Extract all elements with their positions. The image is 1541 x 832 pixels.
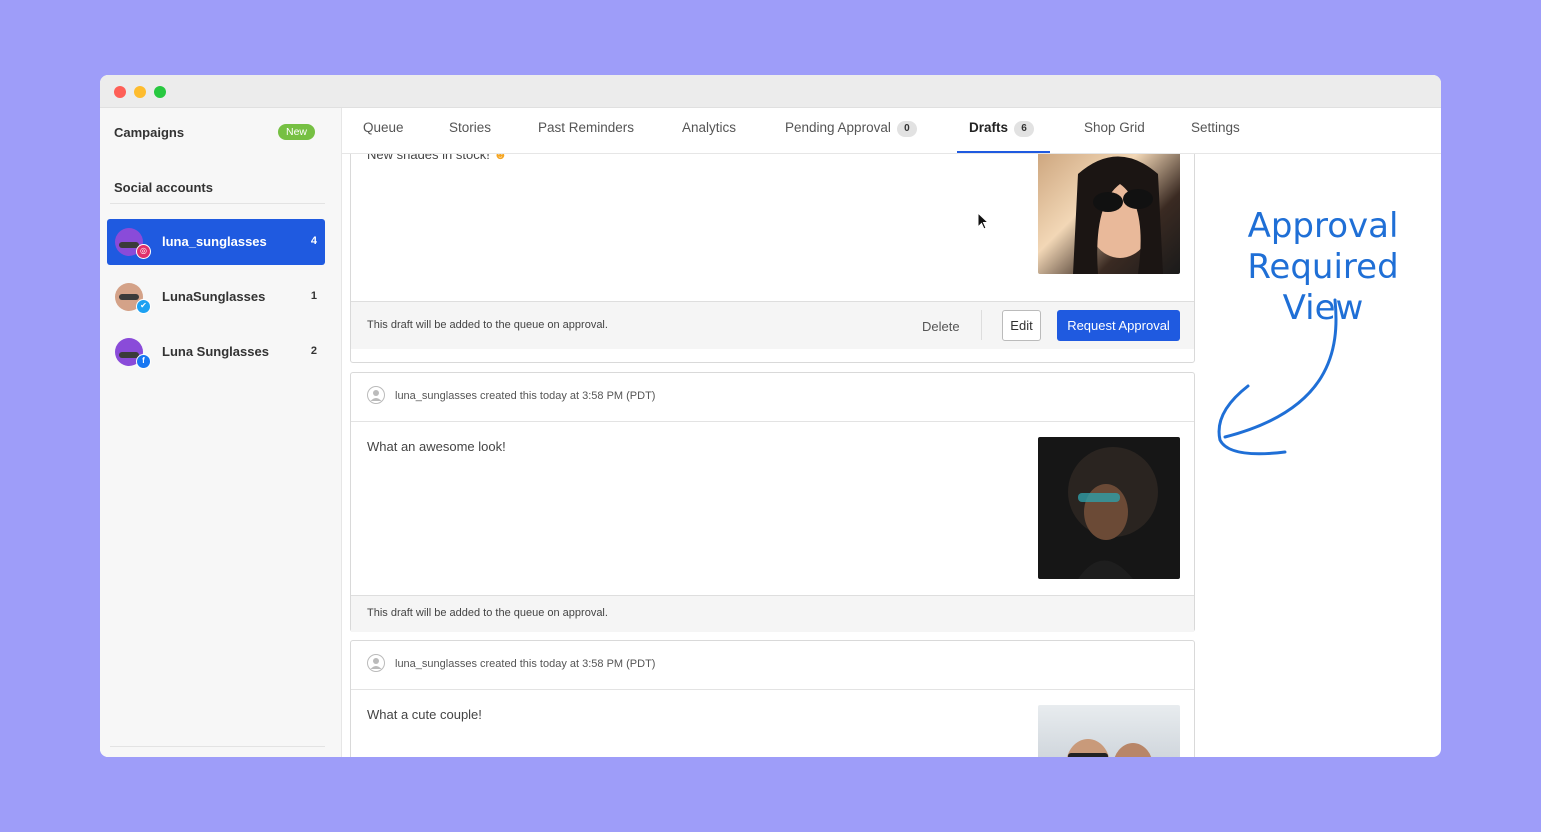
account-name: LunaSunglasses (162, 289, 266, 304)
footer-divider (981, 310, 982, 340)
sidebar-account-instagram[interactable]: ◎ luna_sunglasses 4 (107, 219, 325, 265)
sidebar-account-facebook[interactable]: f Luna Sunglasses 2 (107, 329, 325, 375)
campaigns-heading[interactable]: Campaigns (114, 125, 184, 140)
twitter-icon: ✔ (136, 299, 151, 314)
draft-footer-text: This draft will be added to the queue on… (367, 607, 608, 619)
tab-settings[interactable]: Settings (1191, 108, 1240, 153)
annotation-arrow-icon (1217, 298, 1338, 456)
sidebar-divider (110, 203, 325, 204)
sidebar: Campaigns New Social accounts ◎ luna_sun… (100, 108, 342, 757)
draft-footer-text: This draft will be added to the queue on… (367, 319, 608, 331)
draft-footer: This draft will be added to the queue on… (351, 301, 1194, 349)
edit-button[interactable]: Edit (1002, 310, 1041, 341)
draft-image[interactable] (1038, 705, 1180, 757)
tab-drafts[interactable]: Drafts 6 (969, 108, 1035, 153)
draft-caption: What an awesome look! (367, 439, 506, 454)
facebook-icon: f (136, 354, 151, 369)
close-window-button[interactable] (114, 86, 126, 98)
draft-card: luna_sunglasses created this today at 3:… (350, 372, 1195, 632)
draft-image[interactable] (1038, 437, 1180, 579)
draft-meta-text: luna_sunglasses created this today at 3:… (395, 390, 656, 402)
account-count: 4 (310, 235, 317, 247)
smile-emoji-icon: ☻ (489, 154, 508, 162)
account-count: 1 (310, 290, 317, 302)
draft-meta-text: luna_sunglasses created this today at 3:… (395, 658, 656, 670)
drafts-list[interactable]: New shades in stock! ☻ This draft will b… (342, 154, 1202, 757)
sidebar-divider (110, 746, 325, 747)
tab-shop-grid[interactable]: Shop Grid (1084, 108, 1145, 153)
draft-image[interactable] (1038, 154, 1180, 274)
tab-pending-approval[interactable]: Pending Approval 0 (785, 108, 917, 153)
draft-caption: What a cute couple! (367, 707, 482, 722)
social-accounts-heading: Social accounts (114, 180, 213, 195)
active-tab-indicator (957, 151, 1050, 153)
draft-caption: New shades in stock! ☻ (367, 154, 507, 162)
pending-count-badge: 0 (896, 121, 917, 137)
mouse-cursor-icon (977, 212, 989, 230)
maximize-window-button[interactable] (154, 86, 166, 98)
new-badge: New (278, 124, 316, 140)
tab-past-reminders[interactable]: Past Reminders (538, 108, 634, 153)
account-name: luna_sunglasses (162, 234, 267, 249)
drafts-count-badge: 6 (1014, 121, 1035, 137)
sidebar-account-twitter[interactable]: ✔ LunaSunglasses 1 (107, 274, 325, 320)
user-icon (367, 654, 385, 672)
draft-card: luna_sunglasses created this today at 3:… (350, 640, 1195, 757)
window-titlebar (100, 75, 1441, 108)
instagram-icon: ◎ (136, 244, 151, 259)
tab-stories[interactable]: Stories (449, 108, 491, 153)
tab-analytics[interactable]: Analytics (682, 108, 736, 153)
delete-button[interactable]: Delete (922, 319, 960, 334)
minimize-window-button[interactable] (134, 86, 146, 98)
tab-bar: Queue Stories Past Reminders Analytics P… (342, 108, 1441, 154)
draft-footer: This draft will be added to the queue on… (351, 595, 1194, 632)
account-name: Luna Sunglasses (162, 344, 269, 359)
draft-meta: luna_sunglasses created this today at 3:… (351, 641, 1194, 690)
draft-card: New shades in stock! ☻ This draft will b… (350, 154, 1195, 363)
draft-meta: luna_sunglasses created this today at 3:… (351, 373, 1194, 422)
account-count: 2 (310, 345, 317, 357)
user-icon (367, 386, 385, 404)
tab-queue[interactable]: Queue (363, 108, 404, 153)
request-approval-button[interactable]: Request Approval (1057, 310, 1180, 341)
